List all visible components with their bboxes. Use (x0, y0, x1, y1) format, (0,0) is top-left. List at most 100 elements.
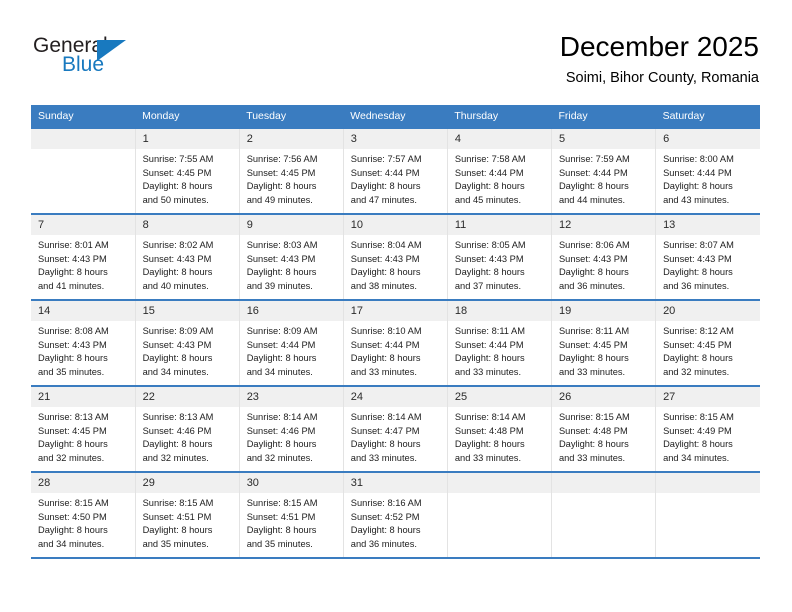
day-cell[interactable]: 18 Sunrise: 8:11 AM Sunset: 4:44 PM Dayl… (446, 299, 552, 386)
sunset-text: Sunset: 4:44 PM (246, 339, 316, 350)
week-row: 28 Sunrise: 8:15 AM Sunset: 4:50 PM Dayl… (31, 471, 760, 559)
day-cell[interactable]: 22 Sunrise: 8:13 AM Sunset: 4:46 PM Dayl… (134, 385, 240, 472)
day-cell[interactable]: 1 Sunrise: 7:55 AM Sunset: 4:45 PM Dayli… (134, 127, 240, 214)
day-cell[interactable]: 24 Sunrise: 8:14 AM Sunset: 4:47 PM Dayl… (342, 385, 448, 472)
day-cell[interactable] (550, 471, 656, 559)
daylight-line1: Daylight: 8 hours (142, 353, 213, 364)
daylight-line1: Daylight: 8 hours (558, 267, 629, 278)
day-cell[interactable]: 19 Sunrise: 8:11 AM Sunset: 4:45 PM Dayl… (550, 299, 656, 386)
page-title: December 2025 (559, 31, 759, 62)
day-details: Sunrise: 8:13 AM Sunset: 4:46 PM Dayligh… (136, 407, 239, 466)
day-cell[interactable]: 31 Sunrise: 8:16 AM Sunset: 4:52 PM Dayl… (342, 471, 448, 559)
daylight-line2: and 43 minutes. (663, 195, 730, 206)
sunset-text: Sunset: 4:44 PM (350, 339, 420, 350)
day-cell[interactable]: 23 Sunrise: 8:14 AM Sunset: 4:46 PM Dayl… (238, 385, 344, 472)
sunrise-text: Sunrise: 8:12 AM (663, 326, 734, 336)
day-number: 17 (343, 301, 447, 321)
daylight-line2: and 37 minutes. (454, 281, 522, 292)
daylight-line2: and 49 minutes. (246, 195, 313, 206)
day-cell[interactable] (446, 471, 552, 559)
weekday-header-sunday: Sunday (31, 105, 136, 128)
sunset-text: Sunset: 4:43 PM (350, 253, 420, 264)
day-cell[interactable]: 6 Sunrise: 8:00 AM Sunset: 4:44 PM Dayli… (655, 127, 760, 214)
day-cell[interactable]: 30 Sunrise: 8:15 AM Sunset: 4:51 PM Dayl… (238, 471, 344, 559)
day-cell[interactable]: 9 Sunrise: 8:03 AM Sunset: 4:43 PM Dayli… (238, 213, 344, 300)
day-cell[interactable] (655, 471, 760, 559)
sunset-text: Sunset: 4:46 PM (142, 425, 212, 436)
day-cell[interactable]: 20 Sunrise: 8:12 AM Sunset: 4:45 PM Dayl… (655, 299, 760, 386)
day-cell[interactable]: 13 Sunrise: 8:07 AM Sunset: 4:43 PM Dayl… (655, 213, 760, 300)
day-cell[interactable]: 3 Sunrise: 7:57 AM Sunset: 4:44 PM Dayli… (342, 127, 448, 214)
daylight-line1: Daylight: 8 hours (663, 267, 733, 278)
day-cell[interactable]: 27 Sunrise: 8:15 AM Sunset: 4:49 PM Dayl… (655, 385, 760, 472)
day-cell[interactable]: 15 Sunrise: 8:09 AM Sunset: 4:43 PM Dayl… (134, 299, 240, 386)
sunrise-text: Sunrise: 8:05 AM (454, 240, 526, 250)
general-blue-logo[interactable]: General Blue (33, 34, 163, 84)
day-cell[interactable]: 11 Sunrise: 8:05 AM Sunset: 4:43 PM Dayl… (446, 213, 552, 300)
day-cell[interactable] (31, 127, 136, 214)
sunrise-text: Sunrise: 8:00 AM (663, 154, 734, 164)
day-cell[interactable]: 16 Sunrise: 8:09 AM Sunset: 4:44 PM Dayl… (238, 299, 344, 386)
day-cell[interactable]: 5 Sunrise: 7:59 AM Sunset: 4:44 PM Dayli… (550, 127, 656, 214)
day-details: Sunrise: 8:10 AM Sunset: 4:44 PM Dayligh… (344, 321, 447, 380)
daylight-line2: and 45 minutes. (454, 195, 522, 206)
day-number: 21 (31, 387, 135, 407)
day-cell[interactable]: 14 Sunrise: 8:08 AM Sunset: 4:43 PM Dayl… (31, 299, 136, 386)
sunrise-text: Sunrise: 8:15 AM (558, 412, 630, 422)
daylight-line1: Daylight: 8 hours (663, 353, 733, 364)
day-details: Sunrise: 7:56 AM Sunset: 4:45 PM Dayligh… (240, 149, 343, 208)
day-details: Sunrise: 7:59 AM Sunset: 4:44 PM Dayligh… (552, 149, 655, 208)
daylight-line1: Daylight: 8 hours (454, 439, 525, 450)
sunset-text: Sunset: 4:45 PM (38, 425, 107, 436)
daylight-line2: and 32 minutes. (246, 453, 313, 464)
daylight-line2: and 39 minutes. (246, 281, 313, 292)
day-cell[interactable]: 25 Sunrise: 8:14 AM Sunset: 4:48 PM Dayl… (446, 385, 552, 472)
sunset-text: Sunset: 4:47 PM (350, 425, 420, 436)
sunset-text: Sunset: 4:46 PM (246, 425, 316, 436)
daylight-line2: and 36 minutes. (558, 281, 626, 292)
day-details: Sunrise: 8:13 AM Sunset: 4:45 PM Dayligh… (31, 407, 135, 466)
sunset-text: Sunset: 4:43 PM (142, 339, 212, 350)
sunset-text: Sunset: 4:50 PM (38, 511, 107, 522)
day-cell[interactable]: 26 Sunrise: 8:15 AM Sunset: 4:48 PM Dayl… (550, 385, 656, 472)
day-details: Sunrise: 8:15 AM Sunset: 4:49 PM Dayligh… (656, 407, 760, 466)
sunrise-text: Sunrise: 7:57 AM (350, 154, 422, 164)
page-subtitle: Soimi, Bihor County, Romania (565, 70, 759, 86)
day-cell[interactable]: 29 Sunrise: 8:15 AM Sunset: 4:51 PM Dayl… (134, 471, 240, 559)
day-number: 4 (447, 129, 551, 149)
day-details (656, 493, 760, 497)
daylight-line1: Daylight: 8 hours (558, 353, 629, 364)
day-details: Sunrise: 8:08 AM Sunset: 4:43 PM Dayligh… (31, 321, 135, 380)
week-row: 21 Sunrise: 8:13 AM Sunset: 4:45 PM Dayl… (31, 385, 760, 472)
calendar-page: General Blue December 2025 Soimi, Bihor … (0, 0, 792, 612)
day-details: Sunrise: 8:07 AM Sunset: 4:43 PM Dayligh… (656, 235, 760, 294)
day-number: 24 (343, 387, 447, 407)
daylight-line1: Daylight: 8 hours (142, 525, 213, 536)
daylight-line2: and 33 minutes. (558, 367, 626, 378)
day-number: 9 (239, 215, 343, 235)
day-cell[interactable]: 21 Sunrise: 8:13 AM Sunset: 4:45 PM Dayl… (31, 385, 136, 472)
day-details: Sunrise: 8:15 AM Sunset: 4:51 PM Dayligh… (240, 493, 343, 552)
day-cell[interactable]: 7 Sunrise: 8:01 AM Sunset: 4:43 PM Dayli… (31, 213, 136, 300)
day-cell[interactable]: 10 Sunrise: 8:04 AM Sunset: 4:43 PM Dayl… (342, 213, 448, 300)
day-cell[interactable]: 28 Sunrise: 8:15 AM Sunset: 4:50 PM Dayl… (31, 471, 136, 559)
sunset-text: Sunset: 4:45 PM (558, 339, 628, 350)
day-cell[interactable]: 12 Sunrise: 8:06 AM Sunset: 4:43 PM Dayl… (550, 213, 656, 300)
day-details: Sunrise: 8:05 AM Sunset: 4:43 PM Dayligh… (448, 235, 551, 294)
sunrise-text: Sunrise: 8:01 AM (38, 240, 109, 250)
daylight-line1: Daylight: 8 hours (142, 181, 213, 192)
week-row: 7 Sunrise: 8:01 AM Sunset: 4:43 PM Dayli… (31, 213, 760, 300)
weekday-header-friday: Friday (551, 105, 656, 128)
weekday-header-tuesday: Tuesday (239, 105, 344, 128)
day-cell[interactable]: 8 Sunrise: 8:02 AM Sunset: 4:43 PM Dayli… (134, 213, 240, 300)
day-cell[interactable]: 17 Sunrise: 8:10 AM Sunset: 4:44 PM Dayl… (342, 299, 448, 386)
day-cell[interactable]: 4 Sunrise: 7:58 AM Sunset: 4:44 PM Dayli… (446, 127, 552, 214)
sunset-text: Sunset: 4:43 PM (246, 253, 316, 264)
daylight-line1: Daylight: 8 hours (246, 525, 317, 536)
sunrise-text: Sunrise: 8:15 AM (246, 498, 318, 508)
day-cell[interactable]: 2 Sunrise: 7:56 AM Sunset: 4:45 PM Dayli… (238, 127, 344, 214)
day-details: Sunrise: 8:15 AM Sunset: 4:48 PM Dayligh… (552, 407, 655, 466)
daylight-line2: and 34 minutes. (246, 367, 313, 378)
sunrise-text: Sunrise: 8:16 AM (350, 498, 422, 508)
day-number: 19 (551, 301, 656, 321)
